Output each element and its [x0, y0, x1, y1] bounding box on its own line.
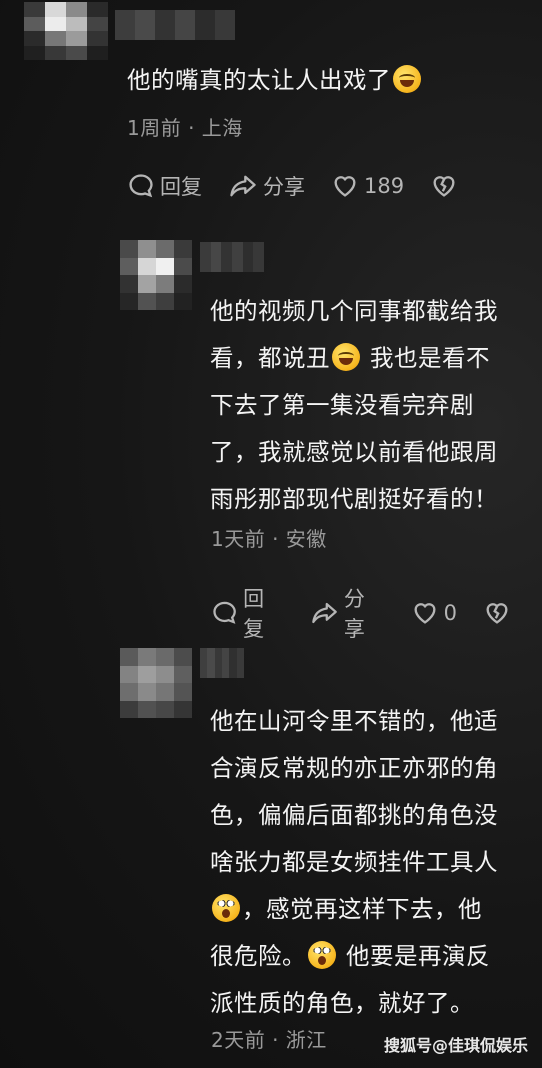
share-label: 分享	[343, 587, 365, 641]
heart-icon	[334, 176, 356, 197]
share-arrow-icon	[312, 602, 337, 624]
broken-heart-icon	[486, 603, 508, 624]
shocked-emoji-icon	[308, 941, 336, 969]
like-button[interactable]: 0	[411, 599, 457, 627]
comment-bubble-icon	[213, 601, 236, 624]
like-count: 0	[443, 601, 457, 625]
comment-meta: 1周前 · 上海	[127, 116, 243, 140]
broken-heart-icon	[433, 176, 455, 197]
username-blurred[interactable]	[200, 242, 264, 272]
username-blurred[interactable]	[115, 10, 235, 40]
dislike-button[interactable]	[430, 172, 463, 200]
watermark: 搜狐号@佳琪侃娱乐	[383, 1036, 528, 1055]
reply-label: 回复	[243, 587, 265, 641]
username-blurred[interactable]	[200, 648, 244, 678]
dislike-button[interactable]	[483, 599, 516, 627]
avatar[interactable]	[120, 240, 192, 310]
avatar[interactable]	[120, 648, 192, 718]
comment-text: 他的嘴真的太让人出戏了	[127, 57, 423, 104]
heart-icon	[414, 603, 436, 624]
comment-text: 他的视频几个同事都截给我 看，都说丑 我也是看不 下去了第一集没看完弃剧 了，我…	[210, 297, 498, 513]
comment-actions: 回复 分享 0	[211, 583, 542, 643]
share-label: 分享	[263, 175, 305, 199]
comment-text: 他在山河令里不错的，他适 合演反常规的亦正亦邪的角 色，偏偏后面都挑的角色没 啥…	[210, 707, 498, 1017]
comment-meta: 1天前 · 安徽	[211, 527, 327, 551]
reply-button[interactable]: 回复	[127, 171, 202, 201]
shocked-emoji-icon	[212, 894, 240, 922]
like-count: 189	[364, 174, 405, 198]
comment-bubble-icon	[129, 174, 153, 198]
like-button[interactable]: 189	[331, 172, 404, 200]
comment-actions: 回复 分享 189	[127, 171, 489, 201]
reply-label: 回复	[160, 175, 202, 199]
comment-meta: 2天前 · 浙江	[211, 1028, 327, 1052]
avatar[interactable]	[24, 2, 108, 60]
share-button[interactable]: 分享	[310, 583, 385, 643]
share-button[interactable]: 分享	[228, 171, 305, 201]
reply-button[interactable]: 回复	[211, 583, 284, 643]
laughing-emoji-icon	[332, 343, 360, 371]
share-arrow-icon	[230, 175, 256, 197]
laughing-emoji-icon	[393, 65, 421, 93]
